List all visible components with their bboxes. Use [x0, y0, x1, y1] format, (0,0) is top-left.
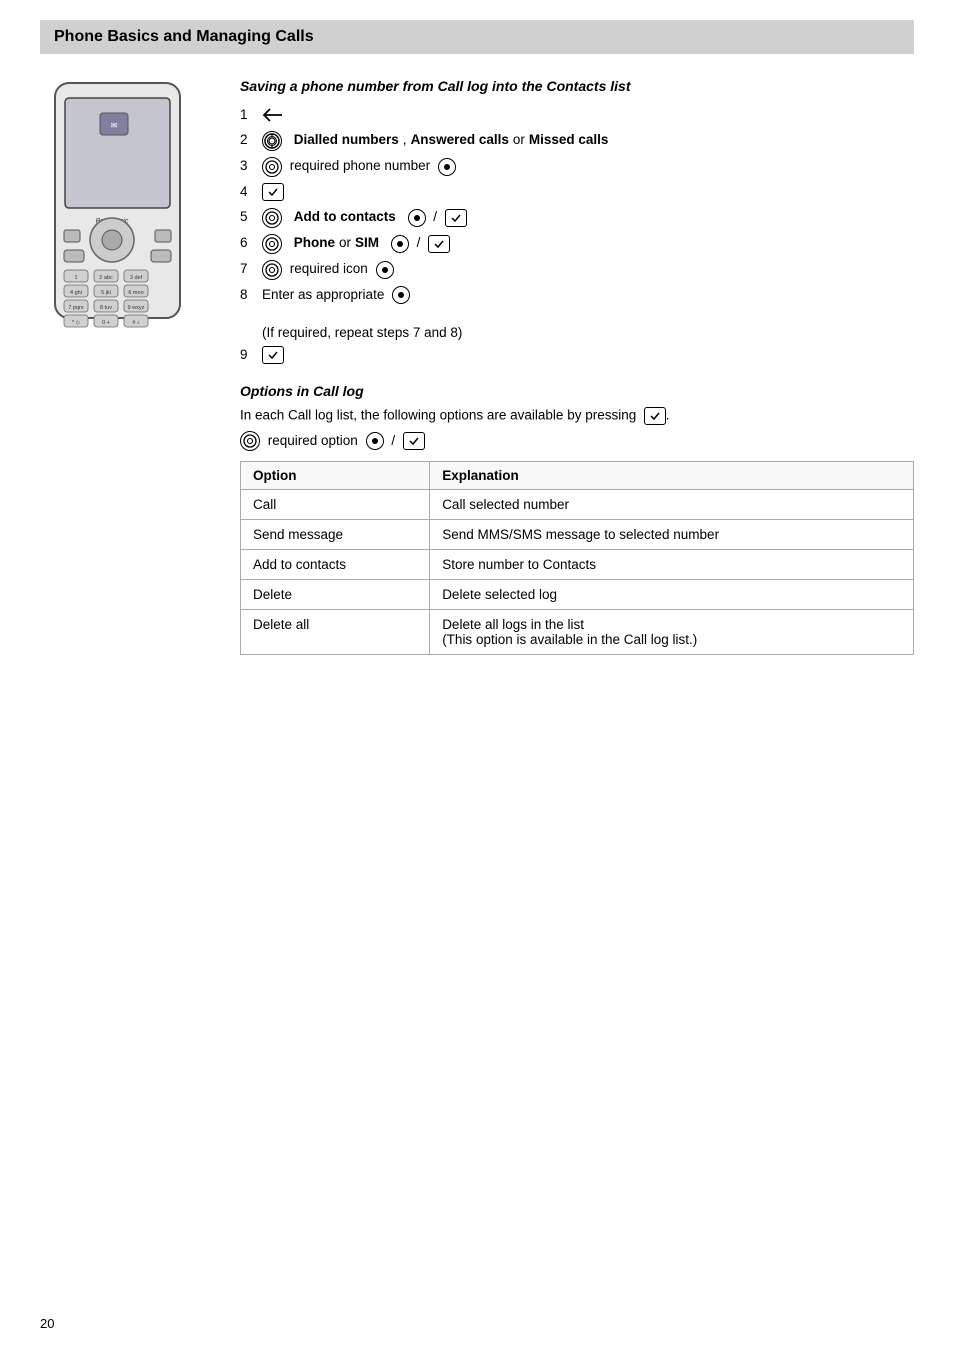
options-section: Options in Call log In each Call log lis…: [240, 383, 914, 655]
table-row: Send message Send MMS/SMS message to sel…: [241, 519, 914, 549]
option-send-message: Send message: [241, 519, 430, 549]
step-num-3: 3: [240, 157, 262, 176]
explanation-delete-all: Delete all logs in the list(This option …: [430, 609, 914, 654]
square-icon-9: [262, 346, 284, 364]
step-num-6: 6: [240, 234, 262, 253]
options-section-title: Options in Call log: [240, 383, 914, 399]
step-5-text: Add to contacts: [294, 208, 396, 227]
option-call: Call: [241, 489, 430, 519]
page-container: Phone Basics and Managing Calls ✉ Panaso…: [0, 0, 954, 1351]
step-5-content: Add to contacts /: [262, 208, 467, 228]
instructions-area: Saving a phone number from Call log into…: [240, 78, 914, 655]
phone-area: ✉ Panasonic 1 2 abc 3 def: [40, 78, 210, 401]
svg-text:6 mno: 6 mno: [128, 290, 143, 296]
scroll-icon-3: [262, 157, 282, 177]
scroll-icon-6: [262, 234, 282, 254]
svg-text:✉: ✉: [111, 121, 118, 130]
step-2-text2: Answered calls: [411, 131, 509, 150]
scroll-icon-2: [262, 131, 282, 151]
step-num-9: 9: [240, 346, 262, 365]
option-add-contacts: Add to contacts: [241, 549, 430, 579]
explanation-add-contacts: Store number to Contacts: [430, 549, 914, 579]
center-dot-8: [392, 286, 410, 304]
step-num-5: 5: [240, 208, 262, 227]
svg-text:7 pqrs: 7 pqrs: [68, 305, 84, 311]
step-4: 4: [240, 183, 914, 202]
step-7: 7 required icon: [240, 260, 914, 280]
explanation-delete: Delete selected log: [430, 579, 914, 609]
svg-text:3 def: 3 def: [130, 275, 143, 281]
center-dot-sub: [366, 432, 384, 450]
step-num-1: 1: [240, 106, 262, 125]
scroll-icon-7: [262, 260, 282, 280]
option-delete-all: Delete all: [241, 609, 430, 654]
step-6-content: Phone or SIM /: [262, 234, 450, 254]
scroll-icon-5: [262, 208, 282, 228]
steps-list-9: 9: [240, 346, 914, 365]
step-2: 2 Dialled numbers, Answered calls or Mis…: [240, 131, 914, 151]
step-9-content: [262, 346, 284, 364]
scroll-icon-sub: [240, 431, 260, 451]
step-8: 8 Enter as appropriate: [240, 286, 914, 305]
center-dot-5: [408, 209, 426, 227]
square-icon-4: [262, 183, 284, 201]
step-6-text2: SIM: [355, 234, 379, 253]
step-7-content: required icon: [262, 260, 394, 280]
options-desc: In each Call log list, the following opt…: [240, 407, 914, 425]
step-8-note: (If required, repeat steps 7 and 8): [262, 325, 914, 340]
back-icon: [262, 106, 284, 124]
explanation-call: Call selected number: [430, 489, 914, 519]
step-2-text1: Dialled numbers: [294, 131, 399, 150]
svg-text:2 abc: 2 abc: [99, 275, 113, 281]
table-row: Delete all Delete all logs in the list(T…: [241, 609, 914, 654]
col-header-explanation: Explanation: [430, 461, 914, 489]
svg-text:# ♪: # ♪: [132, 320, 140, 326]
square-icon-6: [428, 235, 450, 253]
square-icon-sub: [403, 432, 425, 450]
option-delete: Delete: [241, 579, 430, 609]
step-3-content: required phone number: [262, 157, 456, 177]
svg-text:9 wxyz: 9 wxyz: [128, 305, 145, 311]
center-dot-3: [438, 158, 456, 176]
main-content: ✉ Panasonic 1 2 abc 3 def: [40, 78, 914, 655]
step-2-text3: Missed calls: [529, 131, 609, 150]
step-6-text1: Phone: [294, 234, 335, 253]
options-table: Option Explanation Call Call selected nu…: [240, 461, 914, 655]
step-num-8: 8: [240, 286, 262, 305]
step-4-content: [262, 183, 284, 201]
step-8-content: Enter as appropriate: [262, 286, 410, 305]
square-icon-options: [644, 407, 666, 425]
square-icon-5: [445, 209, 467, 227]
header-bar: Phone Basics and Managing Calls: [40, 20, 914, 54]
svg-text:* ◇: * ◇: [72, 320, 81, 326]
step-num-7: 7: [240, 260, 262, 279]
page-title: Phone Basics and Managing Calls: [54, 28, 900, 46]
svg-text:1: 1: [74, 275, 77, 281]
phone-image: ✉ Panasonic 1 2 abc 3 def: [40, 78, 195, 398]
page-number: 20: [40, 1316, 54, 1331]
steps-list: 1 2 Dialled numbers, Answered call: [240, 106, 914, 305]
step-1-content: [262, 106, 284, 124]
center-dot-7: [376, 261, 394, 279]
svg-text:4 ghi: 4 ghi: [70, 290, 82, 296]
table-row: Call Call selected number: [241, 489, 914, 519]
step-3: 3 required phone number: [240, 157, 914, 177]
table-row: Delete Delete selected log: [241, 579, 914, 609]
step-9: 9: [240, 346, 914, 365]
center-dot-6: [391, 235, 409, 253]
step-num-2: 2: [240, 131, 262, 150]
step-6: 6 Phone or SIM /: [240, 234, 914, 254]
svg-text:0 +: 0 +: [102, 320, 110, 326]
step-num-4: 4: [240, 183, 262, 202]
section1-title: Saving a phone number from Call log into…: [240, 78, 914, 94]
step-2-content: Dialled numbers, Answered calls or Misse…: [262, 131, 608, 151]
options-sub-row: required option /: [240, 431, 914, 451]
svg-text:8 tuv: 8 tuv: [100, 305, 112, 311]
col-header-option: Option: [241, 461, 430, 489]
table-row: Add to contacts Store number to Contacts: [241, 549, 914, 579]
explanation-send-message: Send MMS/SMS message to selected number: [430, 519, 914, 549]
step-5: 5 Add to contacts /: [240, 208, 914, 228]
step-1: 1: [240, 106, 914, 125]
svg-text:5 jkl: 5 jkl: [101, 290, 111, 296]
